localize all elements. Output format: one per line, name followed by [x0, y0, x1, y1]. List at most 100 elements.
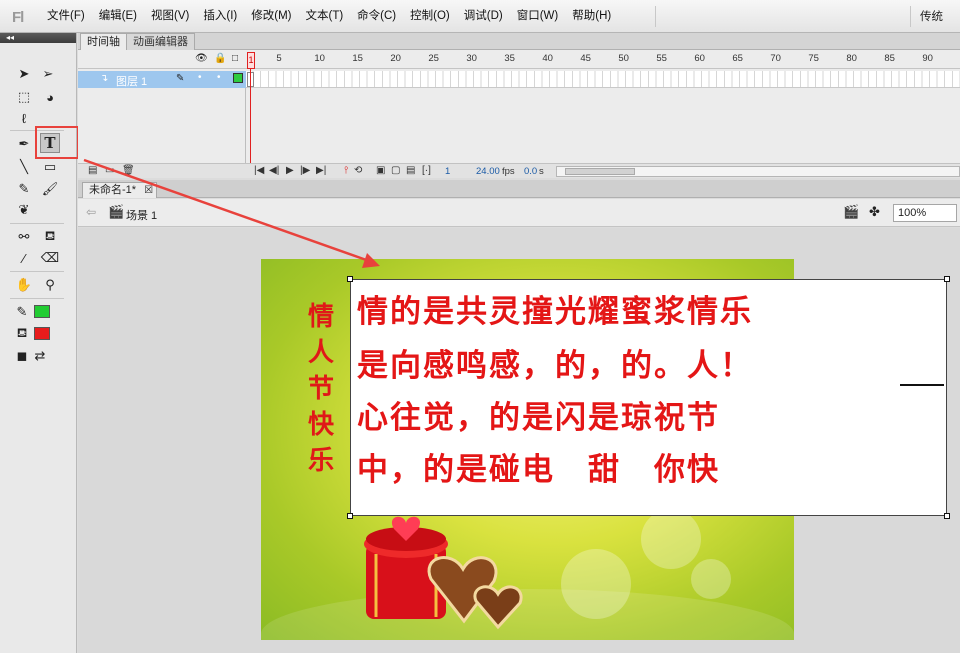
tab-timeline[interactable]: 时间轴: [80, 33, 127, 50]
fill-color-icon: ⛾: [16, 325, 28, 340]
document-tab[interactable]: 未命名-1* ☒: [82, 182, 158, 198]
bokeh-circle: [691, 559, 731, 599]
zoom-field[interactable]: 100%: [893, 204, 957, 222]
new-folder-icon[interactable]: ▭: [105, 165, 114, 176]
play-icon[interactable]: ▶: [286, 165, 294, 176]
eraser-tool-icon[interactable]: ⌫: [40, 248, 60, 268]
delete-layer-icon[interactable]: 🗑: [122, 165, 135, 176]
fps-unit: fps: [502, 166, 515, 177]
scene-bar: ⇦ 🎬 场景 1 🎬 ✤ 100%: [78, 199, 960, 227]
onion-outline-icon[interactable]: ▢: [391, 165, 400, 176]
tools-panel-collapse[interactable]: ◂◂: [0, 33, 76, 43]
tool-divider: [10, 271, 64, 272]
free-transform-tool-icon[interactable]: ⬚: [14, 87, 34, 107]
outline-icon[interactable]: □: [232, 53, 238, 64]
black-white-icon[interactable]: ◼: [12, 346, 32, 366]
close-icon[interactable]: ☒: [144, 184, 153, 198]
ruler-number: 10: [314, 53, 325, 64]
selection-tool-icon[interactable]: ➤: [14, 64, 34, 84]
frame-row[interactable]: [246, 71, 960, 88]
loop-icon[interactable]: ⟲: [354, 165, 362, 176]
3d-rotation-tool-icon[interactable]: ◕: [40, 87, 60, 107]
ruler-number: 60: [694, 53, 705, 64]
brush-tool-icon[interactable]: 🖌: [40, 179, 60, 199]
tool-divider: [10, 223, 64, 224]
edit-scene-icon[interactable]: 🎬: [843, 204, 859, 220]
bone-tool-icon[interactable]: ⚯: [14, 227, 34, 247]
ruler-number: 45: [580, 53, 591, 64]
eyedropper-tool-icon[interactable]: ⁄: [14, 248, 34, 268]
vertical-char: 快: [307, 410, 334, 440]
resize-handle[interactable]: [944, 513, 950, 519]
workspace-switcher[interactable]: 传统: [920, 8, 943, 24]
layer-outline-color[interactable]: [233, 73, 243, 83]
resize-handle[interactable]: [347, 513, 353, 519]
menu-insert[interactable]: 插入(I): [196, 0, 244, 33]
menu-edit[interactable]: 编辑(E): [92, 0, 144, 33]
timeline-footer: ▤ ▭ 🗑 |◀ ◀| ▶ |▶ ▶| ⫯ ⟲ ▣ ▢ ▤ [·] 1 24.0…: [78, 163, 960, 178]
stroke-color-swatch[interactable]: [34, 305, 50, 318]
pen-tool-icon[interactable]: ✒: [14, 134, 34, 154]
ruler-number: 70: [770, 53, 781, 64]
menu-file[interactable]: 文件(F): [40, 0, 92, 33]
last-frame-icon[interactable]: ▶|: [316, 165, 326, 176]
vertical-title-text: 情 人 节 快 乐: [301, 299, 341, 479]
menu-items: 文件(F) 编辑(E) 视图(V) 插入(I) 修改(M) 文本(T) 命令(C…: [40, 0, 618, 33]
ruler-number: 30: [466, 53, 477, 64]
menu-control[interactable]: 控制(O): [403, 0, 457, 33]
frame-rate[interactable]: 24.00: [476, 166, 500, 177]
text-field[interactable]: 情的是共灵撞光耀蜜浆情乐 是向感鸣感，的，的。人！ 心往觉，的是闪是琼祝节 中，…: [347, 276, 950, 519]
layer-row[interactable]: ↴ 图层 1 ✎ • •: [78, 71, 246, 88]
onion-markers-icon[interactable]: [·]: [422, 165, 431, 176]
menu-text[interactable]: 文本(T): [298, 0, 350, 33]
swap-colors-icon[interactable]: ⇄: [30, 346, 50, 366]
paint-bucket-tool-icon[interactable]: ⛾: [40, 227, 60, 247]
lasso-tool-icon[interactable]: ℓ: [14, 108, 34, 128]
center-frame-icon[interactable]: ⫯: [344, 165, 348, 176]
menu-debug[interactable]: 调试(D): [457, 0, 510, 33]
timeline-panel: 时间轴 动画编辑器 👁 🔒 □ 5 10 15 20 25 30 35 40 45 50 55 60 6…: [78, 33, 960, 178]
playhead-marker[interactable]: 1: [247, 52, 255, 69]
next-frame-icon[interactable]: |▶: [300, 165, 310, 176]
timeline-scrollbar[interactable]: [556, 166, 960, 177]
eye-icon[interactable]: 👁: [195, 53, 208, 64]
ruler-number: 5: [276, 53, 282, 64]
menu-modify[interactable]: 修改(M): [244, 0, 298, 33]
lock-dot-icon[interactable]: •: [217, 72, 221, 83]
elapsed-time[interactable]: 0.0: [524, 166, 537, 177]
current-frame[interactable]: 1: [445, 166, 450, 177]
prev-frame-icon[interactable]: ◀|: [269, 165, 279, 176]
edit-symbols-icon[interactable]: ✤: [869, 204, 880, 220]
onion-skin-icon[interactable]: ▣: [376, 165, 385, 176]
vertical-char: 情: [307, 302, 334, 332]
resize-handle[interactable]: [347, 276, 353, 282]
visibility-dot-icon[interactable]: •: [198, 72, 202, 83]
new-layer-icon[interactable]: ▤: [88, 165, 97, 176]
resize-handle[interactable]: [944, 276, 950, 282]
menu-commands[interactable]: 命令(C): [350, 0, 403, 33]
tab-motion-editor[interactable]: 动画编辑器: [126, 33, 195, 50]
menu-view[interactable]: 视图(V): [144, 0, 196, 33]
menu-window[interactable]: 窗口(W): [510, 0, 566, 33]
hand-tool-icon[interactable]: ✋: [14, 275, 34, 295]
edit-multiple-icon[interactable]: ▤: [406, 165, 415, 176]
lock-icon[interactable]: 🔒: [214, 53, 226, 64]
ruler-number: 85: [884, 53, 895, 64]
first-frame-icon[interactable]: |◀: [254, 165, 264, 176]
pencil-tool-icon[interactable]: ✎: [14, 179, 34, 199]
zoom-tool-icon[interactable]: ⚲: [40, 275, 60, 295]
ruler-number: 25: [428, 53, 439, 64]
line-tool-icon[interactable]: ╲: [14, 157, 34, 177]
timeline-scroll-thumb[interactable]: [565, 168, 635, 175]
menu-help[interactable]: 帮助(H): [565, 0, 618, 33]
rectangle-tool-icon[interactable]: ▭: [40, 157, 60, 177]
back-arrow-icon[interactable]: ⇦: [86, 205, 96, 219]
deco-tool-icon[interactable]: ❦: [14, 200, 34, 220]
subselection-tool-icon[interactable]: ➢: [38, 64, 58, 84]
fill-color-swatch[interactable]: [34, 327, 50, 340]
stroke-color-icon: ✎: [16, 304, 28, 319]
ruler-number: 50: [618, 53, 629, 64]
text-line: 中，的是碰电 甜 你快: [357, 452, 720, 488]
scene-label: 场景 1: [126, 210, 158, 222]
layer-name[interactable]: 图层 1: [116, 73, 147, 89]
